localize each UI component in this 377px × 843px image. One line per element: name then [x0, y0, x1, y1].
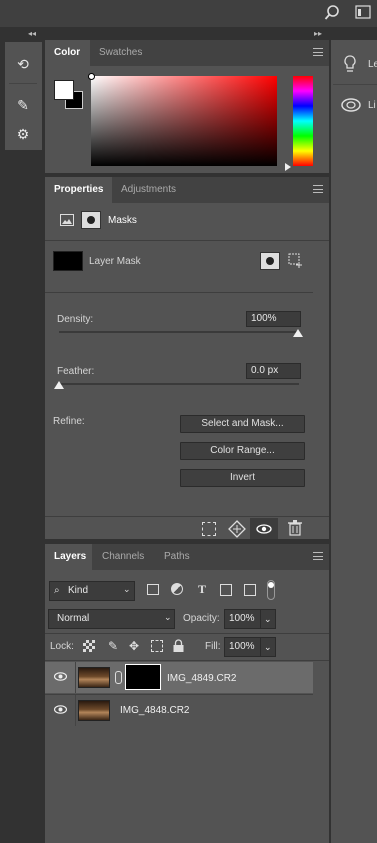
filter-type-icon[interactable]: T [195, 582, 209, 596]
layer-mask-thumbnail[interactable] [53, 251, 83, 271]
fill-field[interactable]: 100% [224, 637, 261, 657]
right-panel-item-libraries[interactable]: Li [368, 100, 376, 111]
layer-name[interactable]: IMG_4849.CR2 [167, 673, 236, 684]
chevron-down-icon[interactable]: ⌄ [123, 584, 131, 595]
workspace-icon[interactable] [355, 5, 371, 19]
load-selection-icon[interactable] [202, 522, 216, 536]
layer-visibility-eye-icon[interactable] [53, 705, 68, 715]
layer-visibility-eye-icon[interactable] [53, 672, 68, 682]
chevron-down-icon[interactable]: ⌄ [164, 612, 172, 623]
panel-menu-icon[interactable] [313, 185, 323, 193]
refine-label: Refine: [53, 416, 85, 427]
lock-image-pixels-icon[interactable]: ✎ [106, 639, 120, 653]
color-panel: Color Swatches [45, 40, 329, 173]
libraries-icon[interactable] [340, 96, 362, 114]
adjustments-sliders-icon[interactable]: ⚙ [13, 124, 33, 144]
tab-color[interactable]: Color [45, 40, 90, 66]
lightbulb-icon[interactable] [342, 54, 358, 74]
lock-position-icon[interactable]: ✥ [127, 639, 141, 653]
pixel-mask-icon[interactable] [60, 214, 74, 226]
collapse-left-arrows[interactable]: ◂◂ [28, 29, 36, 39]
fill-dropdown[interactable]: ⌄ [260, 637, 276, 657]
invert-button[interactable]: Invert [180, 469, 305, 487]
tab-adjustments[interactable]: Adjustments [112, 177, 185, 203]
filter-adjustment-icon[interactable] [171, 583, 183, 595]
filter-shape-icon[interactable] [220, 584, 232, 596]
layer-thumbnail[interactable] [78, 667, 110, 688]
opacity-dropdown[interactable]: ⌄ [260, 609, 276, 629]
hue-slider[interactable] [293, 76, 313, 166]
search-icon[interactable] [324, 5, 340, 21]
layer-row[interactable]: IMG_4848.CR2 [45, 694, 313, 726]
tab-swatches[interactable]: Swatches [90, 40, 151, 66]
vector-mask-toggle-icon[interactable] [81, 211, 101, 229]
tab-layers[interactable]: Layers [45, 544, 92, 570]
opacity-field[interactable]: 100% [224, 609, 261, 629]
density-slider-track[interactable] [59, 331, 299, 333]
feather-field[interactable]: 0.0 px [246, 363, 301, 379]
feather-slider-thumb[interactable] [54, 381, 64, 389]
layer-thumbnail[interactable] [78, 700, 110, 721]
opacity-label: Opacity: [183, 613, 220, 624]
filter-toggle-switch[interactable] [267, 580, 275, 600]
layer-mask-label: Layer Mask [89, 256, 141, 267]
density-label: Density: [57, 314, 94, 325]
brush-presets-icon[interactable]: ✎ [13, 95, 33, 115]
color-range-button[interactable]: Color Range... [180, 442, 305, 460]
section-title-masks: Masks [108, 215, 137, 226]
color-picker-marker[interactable] [88, 73, 95, 80]
toggle-mask-visibility-eye-icon[interactable] [250, 518, 278, 539]
density-slider-thumb[interactable] [293, 329, 303, 337]
lock-transparent-pixels-icon[interactable] [83, 640, 95, 652]
link-chain-icon[interactable] [115, 671, 122, 684]
fill-label: Fill: [205, 641, 221, 652]
select-and-mask-button[interactable]: Select and Mask... [180, 415, 305, 433]
add-vector-mask-icon[interactable] [288, 253, 304, 269]
layer-name[interactable]: IMG_4848.CR2 [120, 705, 189, 716]
layer-row[interactable]: IMG_4849.CR2 [45, 662, 313, 693]
properties-panel: Properties Adjustments Masks Layer Mask … [45, 177, 329, 539]
lock-label: Lock: [50, 641, 74, 652]
filter-pixel-icon[interactable] [147, 584, 159, 595]
panel-menu-icon[interactable] [313, 552, 323, 560]
right-panel-item-learn[interactable]: Le [368, 59, 377, 70]
layer-mask-thumbnail[interactable] [125, 664, 161, 690]
apply-mask-icon[interactable] [228, 520, 246, 538]
feather-slider-track[interactable] [59, 383, 299, 385]
select-pixel-mask-icon[interactable] [260, 252, 280, 270]
density-field[interactable]: 100% [246, 311, 301, 327]
filter-search-icon: ⌕ [54, 585, 60, 596]
filter-smart-object-icon[interactable] [244, 584, 256, 596]
tab-paths[interactable]: Paths [155, 544, 199, 570]
collapse-right-arrows[interactable]: ▸▸ [314, 29, 322, 39]
lock-all-icon[interactable] [173, 639, 184, 652]
delete-mask-trash-icon[interactable] [288, 520, 302, 536]
history-icon[interactable]: ⟲ [13, 54, 33, 74]
panel-menu-icon[interactable] [313, 48, 323, 56]
color-saturation-field[interactable] [91, 76, 277, 166]
hue-slider-marker[interactable] [285, 163, 291, 171]
feather-label: Feather: [57, 366, 95, 377]
top-bar [0, 0, 377, 27]
tab-channels[interactable]: Channels [93, 544, 153, 570]
tab-properties[interactable]: Properties [45, 177, 112, 203]
lock-artboard-icon[interactable] [151, 640, 163, 652]
blend-mode-select[interactable]: Normal [48, 609, 175, 629]
foreground-color-swatch[interactable] [54, 80, 74, 100]
right-panel-column [331, 40, 377, 843]
